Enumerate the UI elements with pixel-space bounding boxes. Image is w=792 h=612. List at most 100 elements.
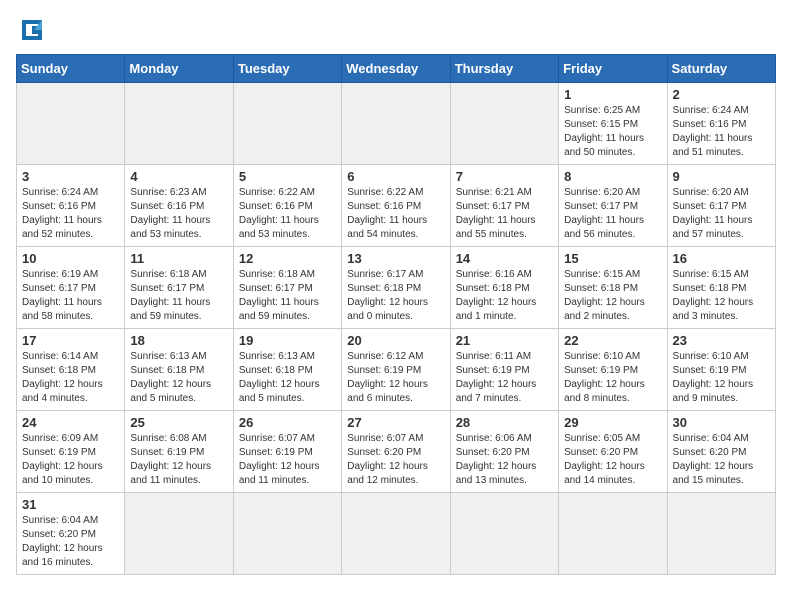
calendar-week-row: 31 Sunrise: 6:04 AM Sunset: 6:20 PM Dayli… <box>17 493 776 575</box>
day-number: 7 <box>456 169 553 184</box>
weekday-header-wednesday: Wednesday <box>342 55 450 83</box>
day-info: Sunrise: 6:10 AM Sunset: 6:19 PM Dayligh… <box>673 350 770 406</box>
day-number: 11 <box>130 251 227 266</box>
day-info: Sunrise: 6:04 AM Sunset: 6:20 PM Dayligh… <box>673 432 770 488</box>
weekday-header-saturday: Saturday <box>667 55 775 83</box>
day-number: 14 <box>456 251 553 266</box>
calendar-week-row: 17 Sunrise: 6:14 AM Sunset: 6:18 PM Dayli… <box>17 329 776 411</box>
calendar-cell: 29 Sunrise: 6:05 AM Sunset: 6:20 PM Dayli… <box>559 411 667 493</box>
calendar-cell: 18 Sunrise: 6:13 AM Sunset: 6:18 PM Dayli… <box>125 329 233 411</box>
calendar-cell: 30 Sunrise: 6:04 AM Sunset: 6:20 PM Dayli… <box>667 411 775 493</box>
day-info: Sunrise: 6:12 AM Sunset: 6:19 PM Dayligh… <box>347 350 444 406</box>
calendar-page: SundayMondayTuesdayWednesdayThursdayFrid… <box>0 0 792 612</box>
calendar-cell: 10Sunrise: 6:19 AM Sunset: 6:17 PM Dayli… <box>17 247 125 329</box>
day-info: Sunrise: 6:14 AM Sunset: 6:18 PM Dayligh… <box>22 350 119 406</box>
calendar-week-row: 10Sunrise: 6:19 AM Sunset: 6:17 PM Dayli… <box>17 247 776 329</box>
calendar-cell: 23 Sunrise: 6:10 AM Sunset: 6:19 PM Dayli… <box>667 329 775 411</box>
day-number: 20 <box>347 333 444 348</box>
day-info: Sunrise: 6:04 AM Sunset: 6:20 PM Dayligh… <box>22 514 119 570</box>
weekday-header-thursday: Thursday <box>450 55 558 83</box>
calendar-cell: 6Sunrise: 6:22 AM Sunset: 6:16 PM Daylig… <box>342 165 450 247</box>
calendar-cell <box>233 493 341 575</box>
weekday-header-friday: Friday <box>559 55 667 83</box>
weekday-row: SundayMondayTuesdayWednesdayThursdayFrid… <box>17 55 776 83</box>
day-info: Sunrise: 6:18 AM Sunset: 6:17 PM Dayligh… <box>239 268 336 324</box>
day-info: Sunrise: 6:16 AM Sunset: 6:18 PM Dayligh… <box>456 268 553 324</box>
day-number: 8 <box>564 169 661 184</box>
calendar-cell <box>667 493 775 575</box>
calendar-cell <box>125 493 233 575</box>
day-number: 2 <box>673 87 770 102</box>
day-info: Sunrise: 6:17 AM Sunset: 6:18 PM Dayligh… <box>347 268 444 324</box>
calendar-cell: 9Sunrise: 6:20 AM Sunset: 6:17 PM Daylig… <box>667 165 775 247</box>
day-info: Sunrise: 6:05 AM Sunset: 6:20 PM Dayligh… <box>564 432 661 488</box>
day-number: 22 <box>564 333 661 348</box>
day-number: 23 <box>673 333 770 348</box>
calendar-cell: 22 Sunrise: 6:10 AM Sunset: 6:19 PM Dayli… <box>559 329 667 411</box>
day-number: 27 <box>347 415 444 430</box>
day-number: 3 <box>22 169 119 184</box>
day-info: Sunrise: 6:11 AM Sunset: 6:19 PM Dayligh… <box>456 350 553 406</box>
calendar-cell: 13 Sunrise: 6:17 AM Sunset: 6:18 PM Dayli… <box>342 247 450 329</box>
logo-icon <box>16 16 48 44</box>
calendar-cell: 24Sunrise: 6:09 AM Sunset: 6:19 PM Dayli… <box>17 411 125 493</box>
calendar-cell <box>450 83 558 165</box>
day-number: 16 <box>673 251 770 266</box>
day-number: 31 <box>22 497 119 512</box>
day-info: Sunrise: 6:25 AM Sunset: 6:15 PM Dayligh… <box>564 104 661 160</box>
weekday-header-sunday: Sunday <box>17 55 125 83</box>
calendar-cell <box>559 493 667 575</box>
calendar-cell: 21 Sunrise: 6:11 AM Sunset: 6:19 PM Dayli… <box>450 329 558 411</box>
calendar-cell <box>450 493 558 575</box>
day-info: Sunrise: 6:18 AM Sunset: 6:17 PM Dayligh… <box>130 268 227 324</box>
day-info: Sunrise: 6:07 AM Sunset: 6:19 PM Dayligh… <box>239 432 336 488</box>
calendar-cell: 8Sunrise: 6:20 AM Sunset: 6:17 PM Daylig… <box>559 165 667 247</box>
day-info: Sunrise: 6:13 AM Sunset: 6:18 PM Dayligh… <box>130 350 227 406</box>
calendar-cell: 31 Sunrise: 6:04 AM Sunset: 6:20 PM Dayli… <box>17 493 125 575</box>
day-number: 28 <box>456 415 553 430</box>
calendar-week-row: 24Sunrise: 6:09 AM Sunset: 6:19 PM Dayli… <box>17 411 776 493</box>
calendar-cell: 20 Sunrise: 6:12 AM Sunset: 6:19 PM Dayli… <box>342 329 450 411</box>
calendar-cell: 11 Sunrise: 6:18 AM Sunset: 6:17 PM Dayli… <box>125 247 233 329</box>
day-info: Sunrise: 6:10 AM Sunset: 6:19 PM Dayligh… <box>564 350 661 406</box>
day-number: 25 <box>130 415 227 430</box>
day-info: Sunrise: 6:19 AM Sunset: 6:17 PM Dayligh… <box>22 268 119 324</box>
day-number: 17 <box>22 333 119 348</box>
day-number: 1 <box>564 87 661 102</box>
calendar-cell: 14 Sunrise: 6:16 AM Sunset: 6:18 PM Dayli… <box>450 247 558 329</box>
day-info: Sunrise: 6:21 AM Sunset: 6:17 PM Dayligh… <box>456 186 553 242</box>
day-info: Sunrise: 6:07 AM Sunset: 6:20 PM Dayligh… <box>347 432 444 488</box>
day-number: 4 <box>130 169 227 184</box>
day-info: Sunrise: 6:08 AM Sunset: 6:19 PM Dayligh… <box>130 432 227 488</box>
day-info: Sunrise: 6:24 AM Sunset: 6:16 PM Dayligh… <box>673 104 770 160</box>
calendar-cell: 4Sunrise: 6:23 AM Sunset: 6:16 PM Daylig… <box>125 165 233 247</box>
calendar-cell: 7 Sunrise: 6:21 AM Sunset: 6:17 PM Daylig… <box>450 165 558 247</box>
calendar-cell: 12 Sunrise: 6:18 AM Sunset: 6:17 PM Dayli… <box>233 247 341 329</box>
day-info: Sunrise: 6:06 AM Sunset: 6:20 PM Dayligh… <box>456 432 553 488</box>
calendar-cell: 28 Sunrise: 6:06 AM Sunset: 6:20 PM Dayli… <box>450 411 558 493</box>
day-info: Sunrise: 6:15 AM Sunset: 6:18 PM Dayligh… <box>673 268 770 324</box>
day-number: 13 <box>347 251 444 266</box>
day-number: 6 <box>347 169 444 184</box>
calendar-cell: 1 Sunrise: 6:25 AM Sunset: 6:15 PM Daylig… <box>559 83 667 165</box>
calendar-week-row: 3Sunrise: 6:24 AM Sunset: 6:16 PM Daylig… <box>17 165 776 247</box>
calendar-cell <box>342 493 450 575</box>
calendar-cell: 25 Sunrise: 6:08 AM Sunset: 6:19 PM Dayli… <box>125 411 233 493</box>
day-number: 29 <box>564 415 661 430</box>
day-number: 9 <box>673 169 770 184</box>
calendar-cell <box>125 83 233 165</box>
day-number: 21 <box>456 333 553 348</box>
day-number: 12 <box>239 251 336 266</box>
calendar-cell: 27 Sunrise: 6:07 AM Sunset: 6:20 PM Dayli… <box>342 411 450 493</box>
calendar-cell <box>17 83 125 165</box>
day-number: 15 <box>564 251 661 266</box>
page-header <box>16 16 776 44</box>
day-info: Sunrise: 6:22 AM Sunset: 6:16 PM Dayligh… <box>239 186 336 242</box>
calendar-cell: 15 Sunrise: 6:15 AM Sunset: 6:18 PM Dayli… <box>559 247 667 329</box>
day-info: Sunrise: 6:15 AM Sunset: 6:18 PM Dayligh… <box>564 268 661 324</box>
calendar-cell: 5Sunrise: 6:22 AM Sunset: 6:16 PM Daylig… <box>233 165 341 247</box>
day-number: 18 <box>130 333 227 348</box>
calendar-header: SundayMondayTuesdayWednesdayThursdayFrid… <box>17 55 776 83</box>
day-number: 30 <box>673 415 770 430</box>
day-number: 24 <box>22 415 119 430</box>
